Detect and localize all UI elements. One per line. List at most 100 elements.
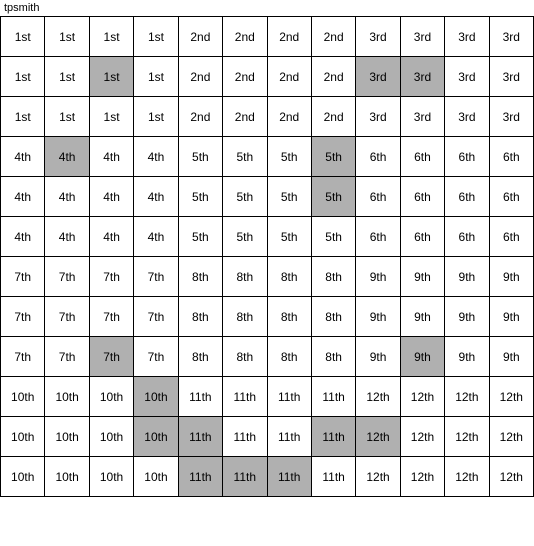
table-row: 6th — [356, 177, 400, 217]
table-row: 4th — [90, 137, 134, 177]
table-row: 5th — [223, 177, 267, 217]
table-row: 1st — [1, 57, 45, 97]
table-row: 12th — [490, 457, 534, 497]
table-row: 6th — [356, 137, 400, 177]
table-row: 4th — [134, 217, 178, 257]
table-row: 9th — [445, 257, 489, 297]
table-row: 9th — [401, 257, 445, 297]
table-row: 3rd — [401, 97, 445, 137]
table-row: 9th — [401, 337, 445, 377]
table-row: 8th — [268, 337, 312, 377]
table-row: 10th — [90, 377, 134, 417]
table-row: 5th — [179, 177, 223, 217]
table-row: 5th — [179, 137, 223, 177]
table-row: 8th — [223, 257, 267, 297]
table-row: 12th — [356, 377, 400, 417]
table-row: 3rd — [490, 57, 534, 97]
table-row: 1st — [1, 97, 45, 137]
table-row: 10th — [134, 377, 178, 417]
table-row: 5th — [312, 137, 356, 177]
table-row: 11th — [312, 377, 356, 417]
table-row: 4th — [45, 177, 89, 217]
table-row: 4th — [1, 217, 45, 257]
table-row: 9th — [401, 297, 445, 337]
table-row: 7th — [90, 257, 134, 297]
table-row: 3rd — [445, 57, 489, 97]
table-row: 8th — [268, 257, 312, 297]
table-row: 1st — [1, 17, 45, 57]
table-row: 10th — [90, 457, 134, 497]
table-row: 1st — [134, 97, 178, 137]
table-row: 5th — [223, 217, 267, 257]
table-row: 1st — [45, 97, 89, 137]
table-row: 8th — [312, 297, 356, 337]
table-row: 12th — [445, 417, 489, 457]
table-row: 12th — [490, 377, 534, 417]
table-row: 11th — [223, 377, 267, 417]
table-row: 3rd — [356, 17, 400, 57]
table-row: 7th — [45, 297, 89, 337]
table-row: 9th — [445, 337, 489, 377]
table-row: 12th — [356, 417, 400, 457]
table-row: 11th — [179, 457, 223, 497]
table-row: 7th — [90, 337, 134, 377]
table-row: 12th — [401, 417, 445, 457]
table-row: 2nd — [268, 57, 312, 97]
table-row: 5th — [268, 177, 312, 217]
table-row: 10th — [134, 417, 178, 457]
table-row: 4th — [45, 137, 89, 177]
table-row: 9th — [356, 257, 400, 297]
table-row: 9th — [356, 297, 400, 337]
table-row: 7th — [45, 257, 89, 297]
table-row: 1st — [45, 17, 89, 57]
table-row: 8th — [179, 257, 223, 297]
table-row: 6th — [490, 177, 534, 217]
table-row: 5th — [268, 137, 312, 177]
table-row: 3rd — [356, 97, 400, 137]
grid-container: 1st1st1st1st2nd2nd2nd2nd3rd3rd3rd3rd1st1… — [0, 16, 534, 497]
table-row: 8th — [223, 337, 267, 377]
table-row: 1st — [90, 97, 134, 137]
table-row: 2nd — [268, 17, 312, 57]
table-row: 6th — [356, 217, 400, 257]
table-row: 7th — [1, 297, 45, 337]
table-row: 8th — [268, 297, 312, 337]
table-row: 5th — [312, 217, 356, 257]
table-row: 4th — [134, 137, 178, 177]
table-row: 3rd — [401, 17, 445, 57]
table-row: 12th — [445, 377, 489, 417]
table-row: 6th — [401, 137, 445, 177]
table-row: 8th — [179, 337, 223, 377]
table-row: 7th — [134, 297, 178, 337]
table-row: 7th — [1, 337, 45, 377]
table-row: 2nd — [268, 97, 312, 137]
table-row: 11th — [179, 417, 223, 457]
table-row: 3rd — [401, 57, 445, 97]
table-row: 4th — [90, 177, 134, 217]
table-row: 1st — [45, 57, 89, 97]
table-row: 12th — [356, 457, 400, 497]
table-row: 7th — [90, 297, 134, 337]
table-row: 6th — [401, 217, 445, 257]
table-row: 9th — [490, 297, 534, 337]
table-row: 8th — [223, 297, 267, 337]
table-row: 8th — [312, 257, 356, 297]
table-row: 11th — [268, 417, 312, 457]
table-row: 2nd — [179, 97, 223, 137]
table-row: 6th — [445, 177, 489, 217]
table-row: 7th — [134, 337, 178, 377]
table-row: 10th — [134, 457, 178, 497]
table-row: 3rd — [490, 97, 534, 137]
table-row: 4th — [45, 217, 89, 257]
table-row: 5th — [179, 217, 223, 257]
table-row: 6th — [401, 177, 445, 217]
app-title: tpsmith — [4, 2, 39, 14]
table-row: 1st — [90, 17, 134, 57]
table-row: 3rd — [490, 17, 534, 57]
table-row: 4th — [134, 177, 178, 217]
table-row: 6th — [490, 137, 534, 177]
table-row: 1st — [134, 57, 178, 97]
table-row: 7th — [45, 337, 89, 377]
table-row: 8th — [179, 297, 223, 337]
table-row: 10th — [45, 417, 89, 457]
